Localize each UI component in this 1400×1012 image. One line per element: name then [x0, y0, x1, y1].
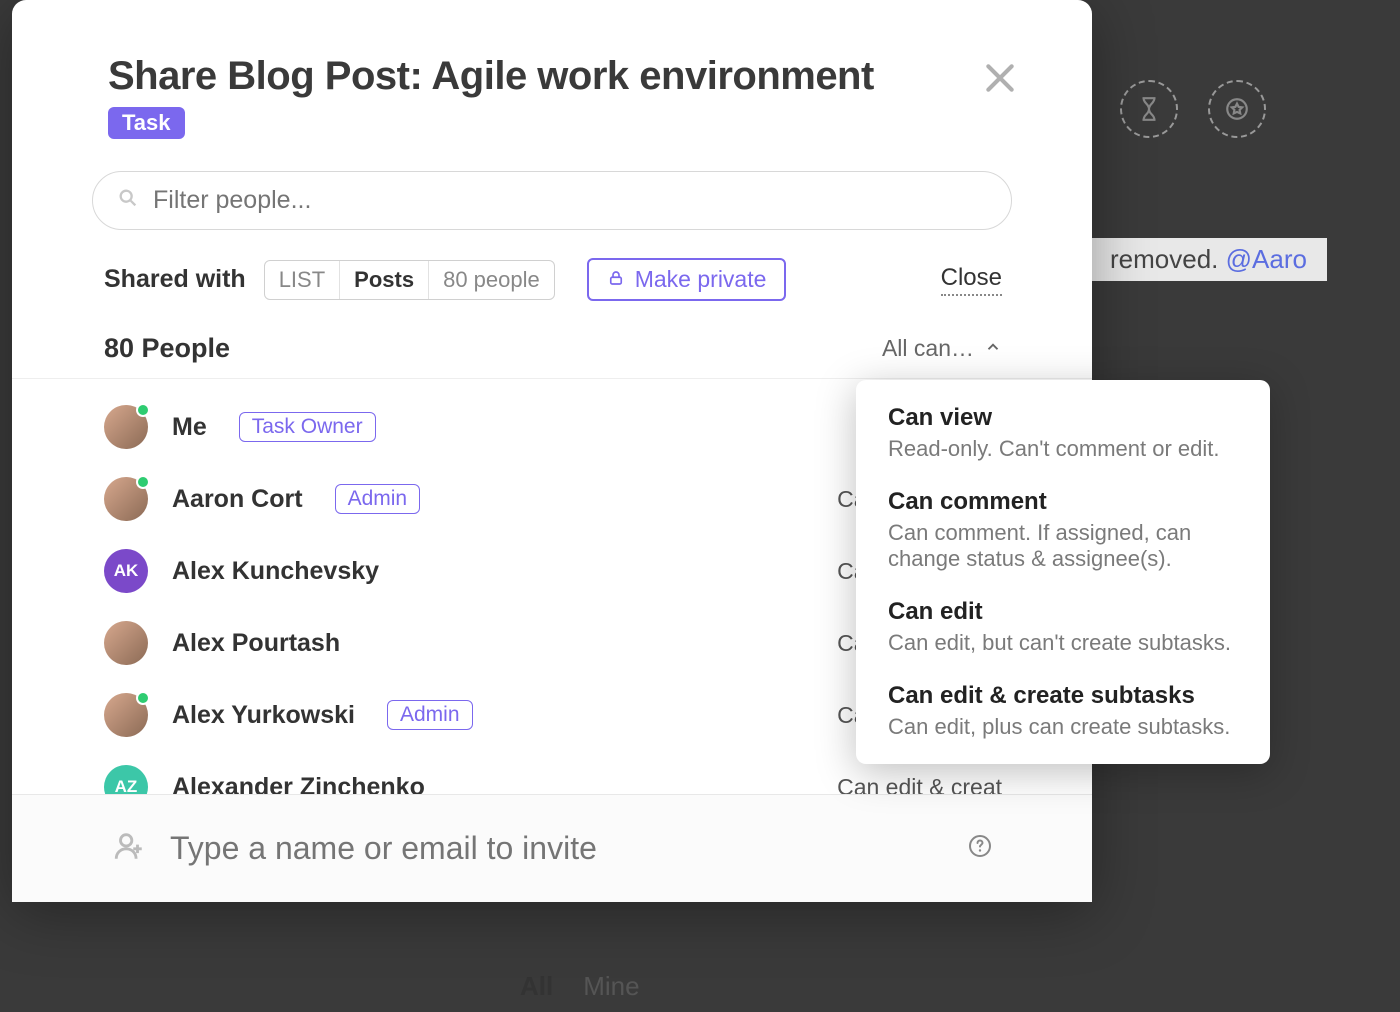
avatar	[104, 477, 148, 521]
person-name: Alex Kunchevsky	[172, 557, 379, 586]
task-badge: Task	[108, 107, 185, 139]
person-name: Alex Pourtash	[172, 629, 340, 658]
perm-option-title: Can comment	[888, 488, 1238, 516]
make-private-label: Make private	[635, 266, 767, 293]
all-can-label: All can…	[882, 335, 974, 362]
permission-menu: Can view Read-only. Can't comment or edi…	[856, 380, 1270, 764]
bg-removed-text: removed.	[1110, 244, 1218, 274]
bg-tab-mine[interactable]: Mine	[583, 971, 639, 1002]
perm-option-desc: Can comment. If assigned, can change sta…	[888, 520, 1238, 572]
presence-indicator	[136, 475, 150, 489]
avatar	[104, 405, 148, 449]
perm-option-desc: Can edit, but can't create subtasks.	[888, 630, 1238, 656]
modal-title: Share Blog Post: Agile work environment	[108, 54, 1012, 99]
bg-tab-all[interactable]: All	[520, 971, 553, 1002]
close-icon[interactable]	[980, 58, 1020, 103]
person-name: Me	[172, 413, 207, 442]
perm-option-view[interactable]: Can view Read-only. Can't comment or edi…	[888, 404, 1238, 462]
person-name: Alexander Zinchenko	[172, 773, 425, 795]
search-field[interactable]	[92, 171, 1012, 230]
search-icon	[117, 187, 139, 214]
perm-option-desc: Can edit, plus can create subtasks.	[888, 714, 1238, 740]
search-container	[12, 159, 1092, 248]
star-icon	[1208, 80, 1266, 138]
presence-indicator	[136, 403, 150, 417]
avatar	[104, 693, 148, 737]
permission-label[interactable]: Can edit & creat	[837, 774, 1002, 795]
seg-posts[interactable]: Posts	[340, 261, 429, 299]
segmented-control: LIST Posts 80 people	[264, 260, 555, 300]
hourglass-icon	[1120, 80, 1178, 138]
search-input[interactable]	[153, 186, 987, 215]
perm-option-title: Can edit	[888, 598, 1238, 626]
add-person-icon	[112, 829, 146, 868]
close-link[interactable]: Close	[941, 264, 1002, 296]
person-name: Alex Yurkowski	[172, 701, 355, 730]
people-count-row: 80 People All can…	[12, 309, 1092, 379]
background-tabs: All Mine	[520, 971, 640, 1002]
avatar-initials: AK	[114, 561, 139, 581]
avatar: AK	[104, 549, 148, 593]
presence-indicator	[136, 691, 150, 705]
avatar: AZ	[104, 765, 148, 794]
avatar-initials: AZ	[115, 777, 138, 794]
lock-icon	[607, 266, 625, 293]
avatar	[104, 621, 148, 665]
modal-header: Share Blog Post: Agile work environment …	[12, 0, 1092, 159]
role-badge: Task Owner	[239, 412, 376, 442]
chevron-up-icon	[984, 335, 1002, 362]
perm-option-edit[interactable]: Can edit Can edit, but can't create subt…	[888, 598, 1238, 656]
make-private-button[interactable]: Make private	[587, 258, 787, 301]
perm-option-edit-subtasks[interactable]: Can edit & create subtasks Can edit, plu…	[888, 682, 1238, 740]
seg-list[interactable]: LIST	[265, 261, 340, 299]
invite-input[interactable]	[170, 830, 944, 867]
people-count: 80 People	[104, 333, 230, 364]
invite-bar	[12, 794, 1092, 902]
role-badge: Admin	[335, 484, 421, 514]
all-can-dropdown[interactable]: All can…	[882, 335, 1002, 362]
seg-people[interactable]: 80 people	[429, 261, 554, 299]
background-text: removed. @Aaro	[1090, 238, 1327, 281]
filter-row: Shared with LIST Posts 80 people Make pr…	[12, 248, 1092, 309]
shared-with-label: Shared with	[104, 265, 246, 294]
perm-option-desc: Read-only. Can't comment or edit.	[888, 436, 1238, 462]
background-icons	[1120, 80, 1266, 138]
perm-option-comment[interactable]: Can comment Can comment. If assigned, ca…	[888, 488, 1238, 572]
person-name: Aaron Cort	[172, 485, 303, 514]
help-icon[interactable]	[968, 834, 992, 863]
perm-option-title: Can view	[888, 404, 1238, 432]
perm-option-title: Can edit & create subtasks	[888, 682, 1238, 710]
role-badge: Admin	[387, 700, 473, 730]
bg-mention: @Aaro	[1226, 244, 1307, 274]
